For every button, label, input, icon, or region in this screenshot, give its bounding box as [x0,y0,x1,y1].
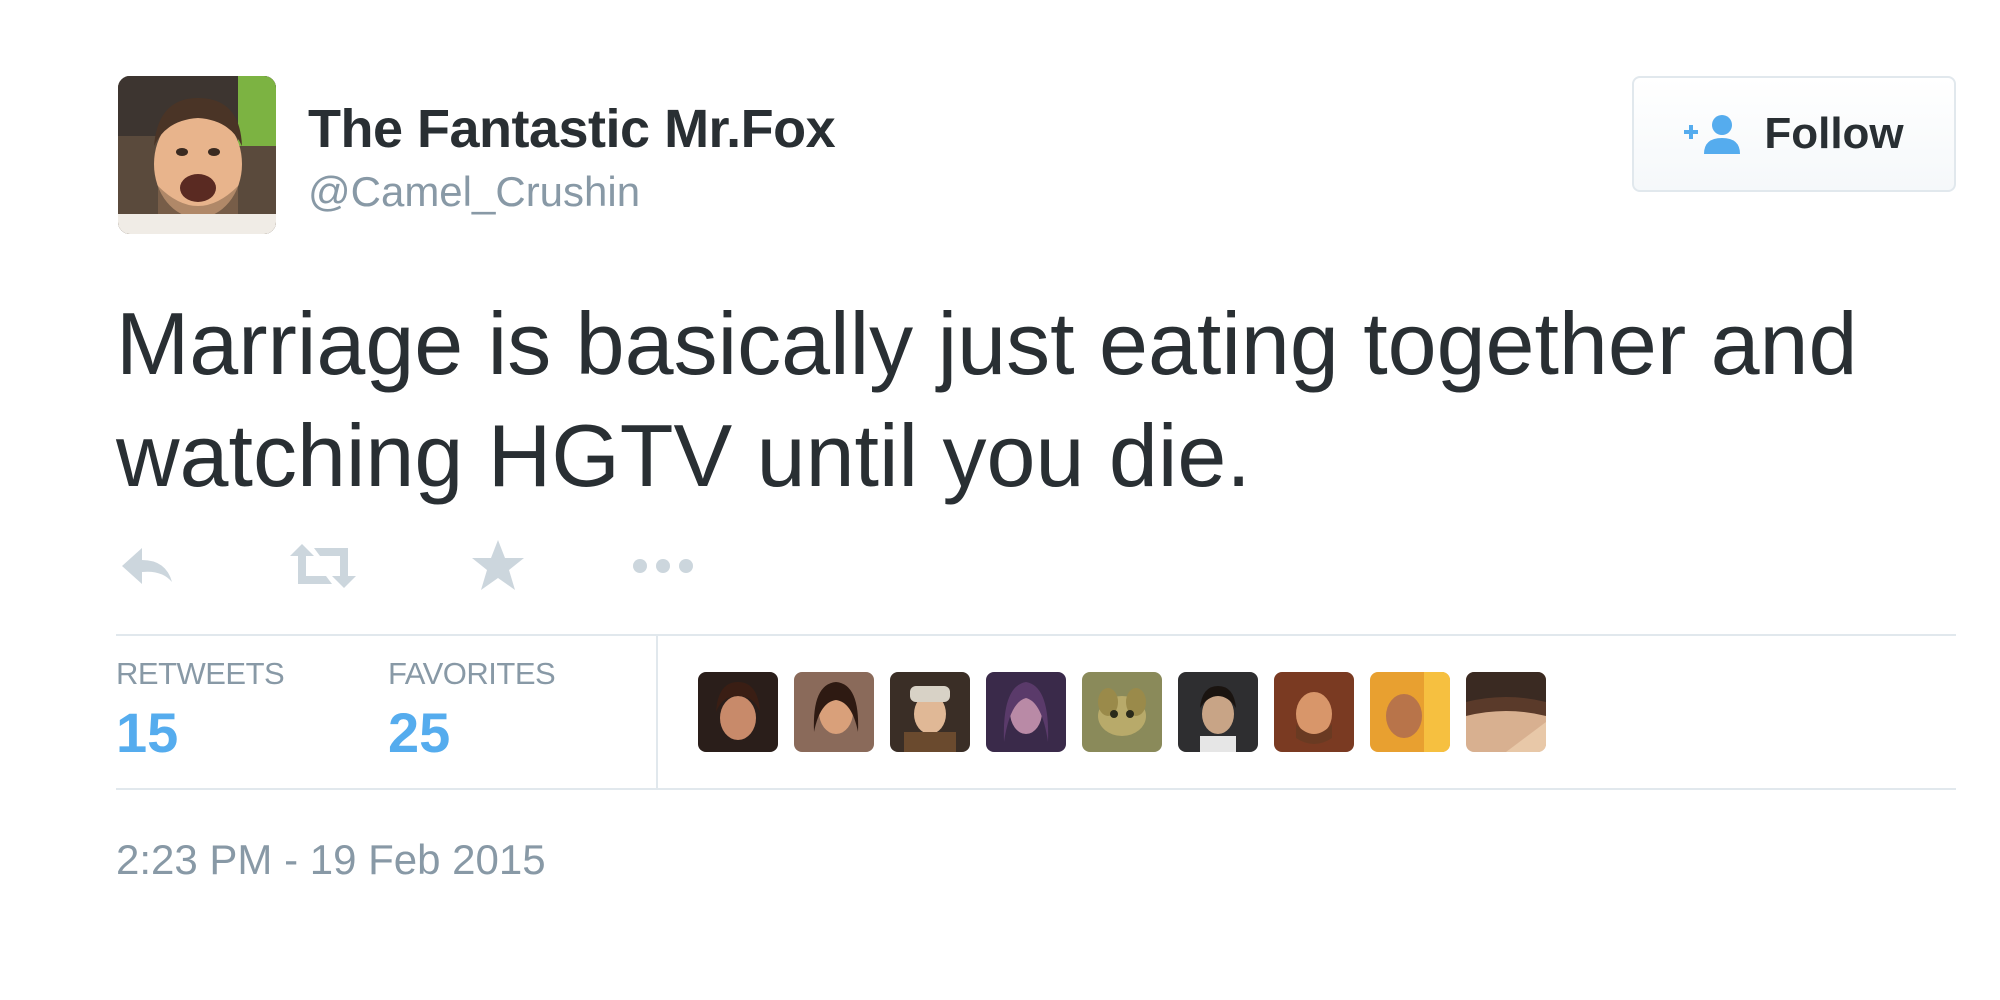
user-screen-name[interactable]: @Camel_Crushin [308,168,640,216]
profile-photo-icon [890,672,970,752]
profile-photo-icon [794,672,874,752]
favorites-count: 25 [388,701,451,764]
more-button[interactable] [628,536,698,596]
retweet-button[interactable] [288,536,358,596]
reply-button[interactable] [118,536,178,596]
stats-bottom-divider [116,788,1956,790]
favorites-stat[interactable]: FAVORITES 25 [388,656,556,765]
add-user-icon [1684,115,1741,154]
profile-photo-icon [698,672,778,752]
follow-button-label: Follow [1764,109,1904,158]
retweet-icon [290,544,356,588]
tweet-text-line: Marriage is basically just eating togeth… [116,294,1858,393]
stats-vertical-divider [656,634,658,788]
favoriter-avatar[interactable] [986,672,1066,752]
profile-photo-icon [118,76,276,234]
tweet-card: The Fantastic Mr.Fox @Camel_Crushin Foll… [0,0,2000,1000]
stats-top-divider [116,634,1956,636]
star-icon [472,540,524,590]
profile-photo-icon [1274,672,1354,752]
favoriter-avatar[interactable] [698,672,778,752]
favoriter-avatar[interactable] [1082,672,1162,752]
favoriter-avatar[interactable] [1274,672,1354,752]
tweet-text-line: watching HGTV until you die. [116,406,1251,505]
tweet-text: Marriage is basically just eating togeth… [116,288,1936,512]
profile-photo-icon [1082,672,1162,752]
favoriter-avatar[interactable] [1466,672,1546,752]
profile-photo-icon [1466,672,1546,752]
user-avatar[interactable] [118,76,276,234]
reply-icon [122,548,172,584]
retweets-count: 15 [116,701,179,764]
profile-photo-icon [1370,672,1450,752]
user-display-name[interactable]: The Fantastic Mr.Fox [308,98,836,160]
tweet-timestamp[interactable]: 2:23 PM - 19 Feb 2015 [116,836,546,884]
favoriter-avatar[interactable] [890,672,970,752]
favorites-label: FAVORITES [388,656,556,691]
favoriter-avatar[interactable] [794,672,874,752]
favorite-button[interactable] [468,536,528,596]
retweets-stat[interactable]: RETWEETS 15 [116,656,285,765]
profile-photo-icon [1178,672,1258,752]
favoriter-avatar[interactable] [1370,672,1450,752]
follow-button[interactable]: Follow [1632,76,1956,192]
profile-photo-icon [986,672,1066,752]
favoriter-avatar[interactable] [1178,672,1258,752]
more-icon [633,559,693,573]
retweets-label: RETWEETS [116,656,285,691]
